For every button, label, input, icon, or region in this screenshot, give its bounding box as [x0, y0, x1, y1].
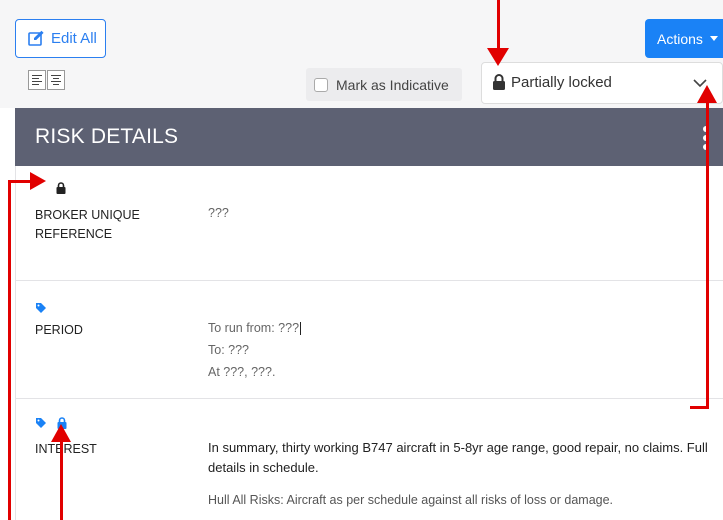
- field-label: PERIOD: [35, 323, 83, 337]
- edit-all-label: Edit All: [51, 30, 97, 47]
- field-value[interactable]: ???: [208, 202, 229, 224]
- lock-icon: [56, 182, 66, 194]
- lock-icon: [493, 74, 505, 90]
- field-row-interest: INTEREST In summary, thirty working B747…: [15, 399, 723, 520]
- mark-indicative-checkbox[interactable]: [314, 77, 328, 92]
- section-header: RISK DETAILS: [15, 108, 723, 166]
- align-center-button[interactable]: [47, 70, 65, 90]
- field-label: INTEREST: [35, 442, 97, 456]
- text-cursor: [300, 322, 302, 336]
- tag-icon: [36, 418, 46, 428]
- lock-status-label: Partially locked: [511, 74, 612, 91]
- field-value[interactable]: In summary, thirty working B747 aircraft…: [208, 438, 708, 510]
- field-row-broker-reference: BROKER UNIQUE REFERENCE ???: [15, 166, 723, 281]
- caret-down-icon: [709, 36, 718, 41]
- tag-icon: [36, 303, 46, 313]
- pencil-square-icon: [28, 30, 44, 46]
- field-label: BROKER UNIQUE REFERENCE: [35, 208, 140, 241]
- section-title: RISK DETAILS: [35, 125, 179, 148]
- actions-label: Actions: [657, 30, 703, 47]
- align-left-button[interactable]: [28, 70, 46, 90]
- lock-status-select[interactable]: Partially locked: [481, 62, 723, 104]
- mark-indicative-control[interactable]: Mark as Indicative: [306, 68, 462, 101]
- mark-indicative-label: Mark as Indicative: [336, 76, 449, 93]
- field-value[interactable]: To run from: ??? To: ??? At ???, ???.: [208, 317, 302, 383]
- edit-all-button[interactable]: Edit All: [15, 19, 106, 58]
- actions-dropdown-button[interactable]: Actions: [645, 19, 723, 58]
- field-row-period: PERIOD To run from: ??? To: ??? At ???, …: [15, 281, 723, 399]
